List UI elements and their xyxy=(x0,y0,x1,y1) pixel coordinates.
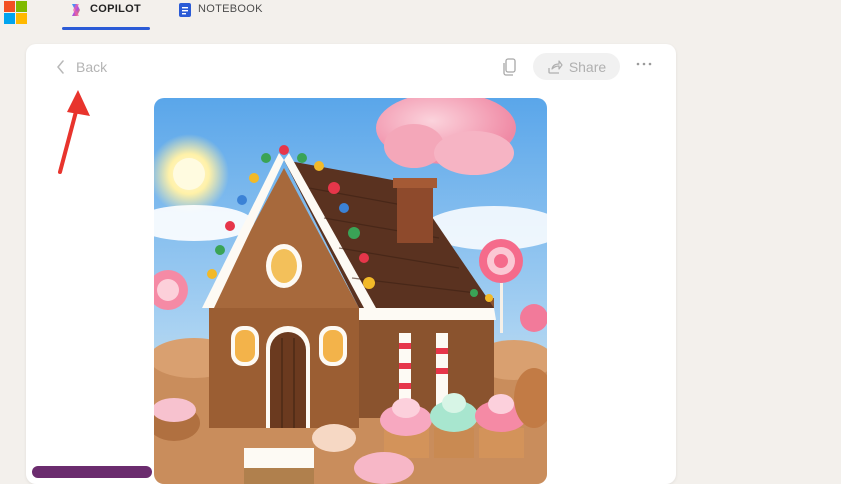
tab-copilot[interactable]: COPILOT xyxy=(62,0,150,30)
share-button-label: Share xyxy=(568,58,607,75)
taskbar-pill xyxy=(32,466,152,478)
back-button-label: Back xyxy=(76,59,108,75)
tab-notebook-label: NOTEBOOK xyxy=(198,3,263,15)
generated-image[interactable] xyxy=(154,98,547,484)
gingerbread-house-image xyxy=(154,98,547,484)
copilot-icon xyxy=(72,4,80,16)
more-options-button[interactable] xyxy=(633,56,655,76)
chevron-left-icon xyxy=(57,60,64,74)
copy-button[interactable] xyxy=(500,56,520,78)
active-tab-indicator xyxy=(62,27,150,30)
notebook-icon xyxy=(179,3,191,17)
share-button[interactable]: Share xyxy=(533,53,620,80)
top-bar: COPILOT NOTEBOOK xyxy=(0,0,841,30)
tab-notebook[interactable]: NOTEBOOK xyxy=(178,0,274,30)
copy-icon xyxy=(503,58,516,76)
more-icon xyxy=(636,62,652,66)
back-button[interactable]: Back xyxy=(56,56,107,78)
tab-copilot-label: COPILOT xyxy=(90,3,141,15)
annotation-arrow-icon xyxy=(58,90,90,174)
share-icon xyxy=(548,59,563,74)
image-card: Back Share xyxy=(26,44,676,484)
microsoft-logo-icon[interactable] xyxy=(4,1,28,25)
